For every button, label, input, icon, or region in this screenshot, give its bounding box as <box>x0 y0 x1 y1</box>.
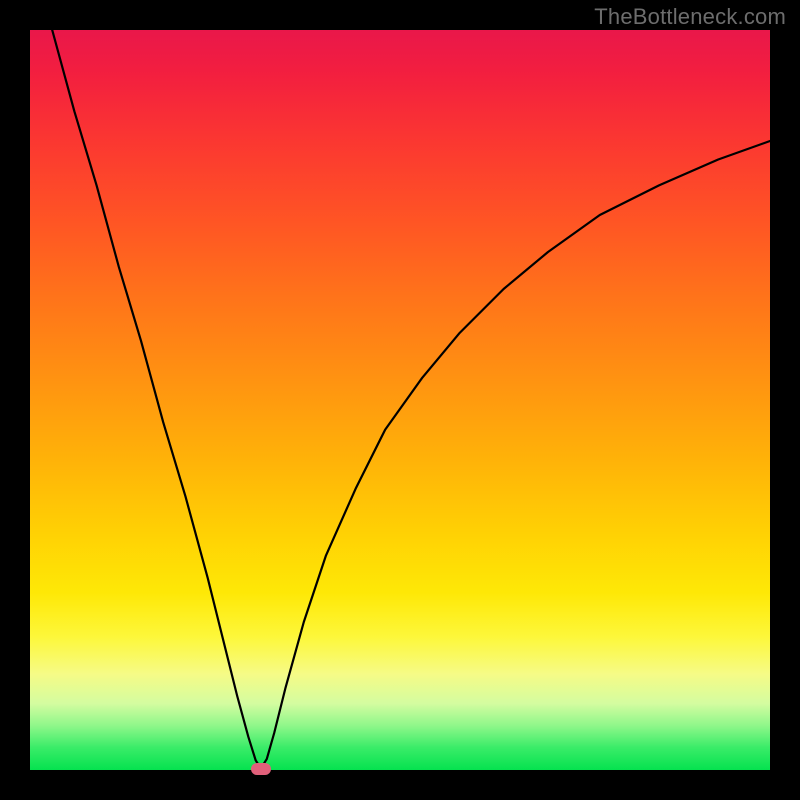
watermark-text: TheBottleneck.com <box>594 4 786 30</box>
bottleneck-curve <box>30 30 770 770</box>
chart-frame: TheBottleneck.com <box>0 0 800 800</box>
minimum-marker <box>251 763 271 775</box>
plot-area <box>30 30 770 770</box>
